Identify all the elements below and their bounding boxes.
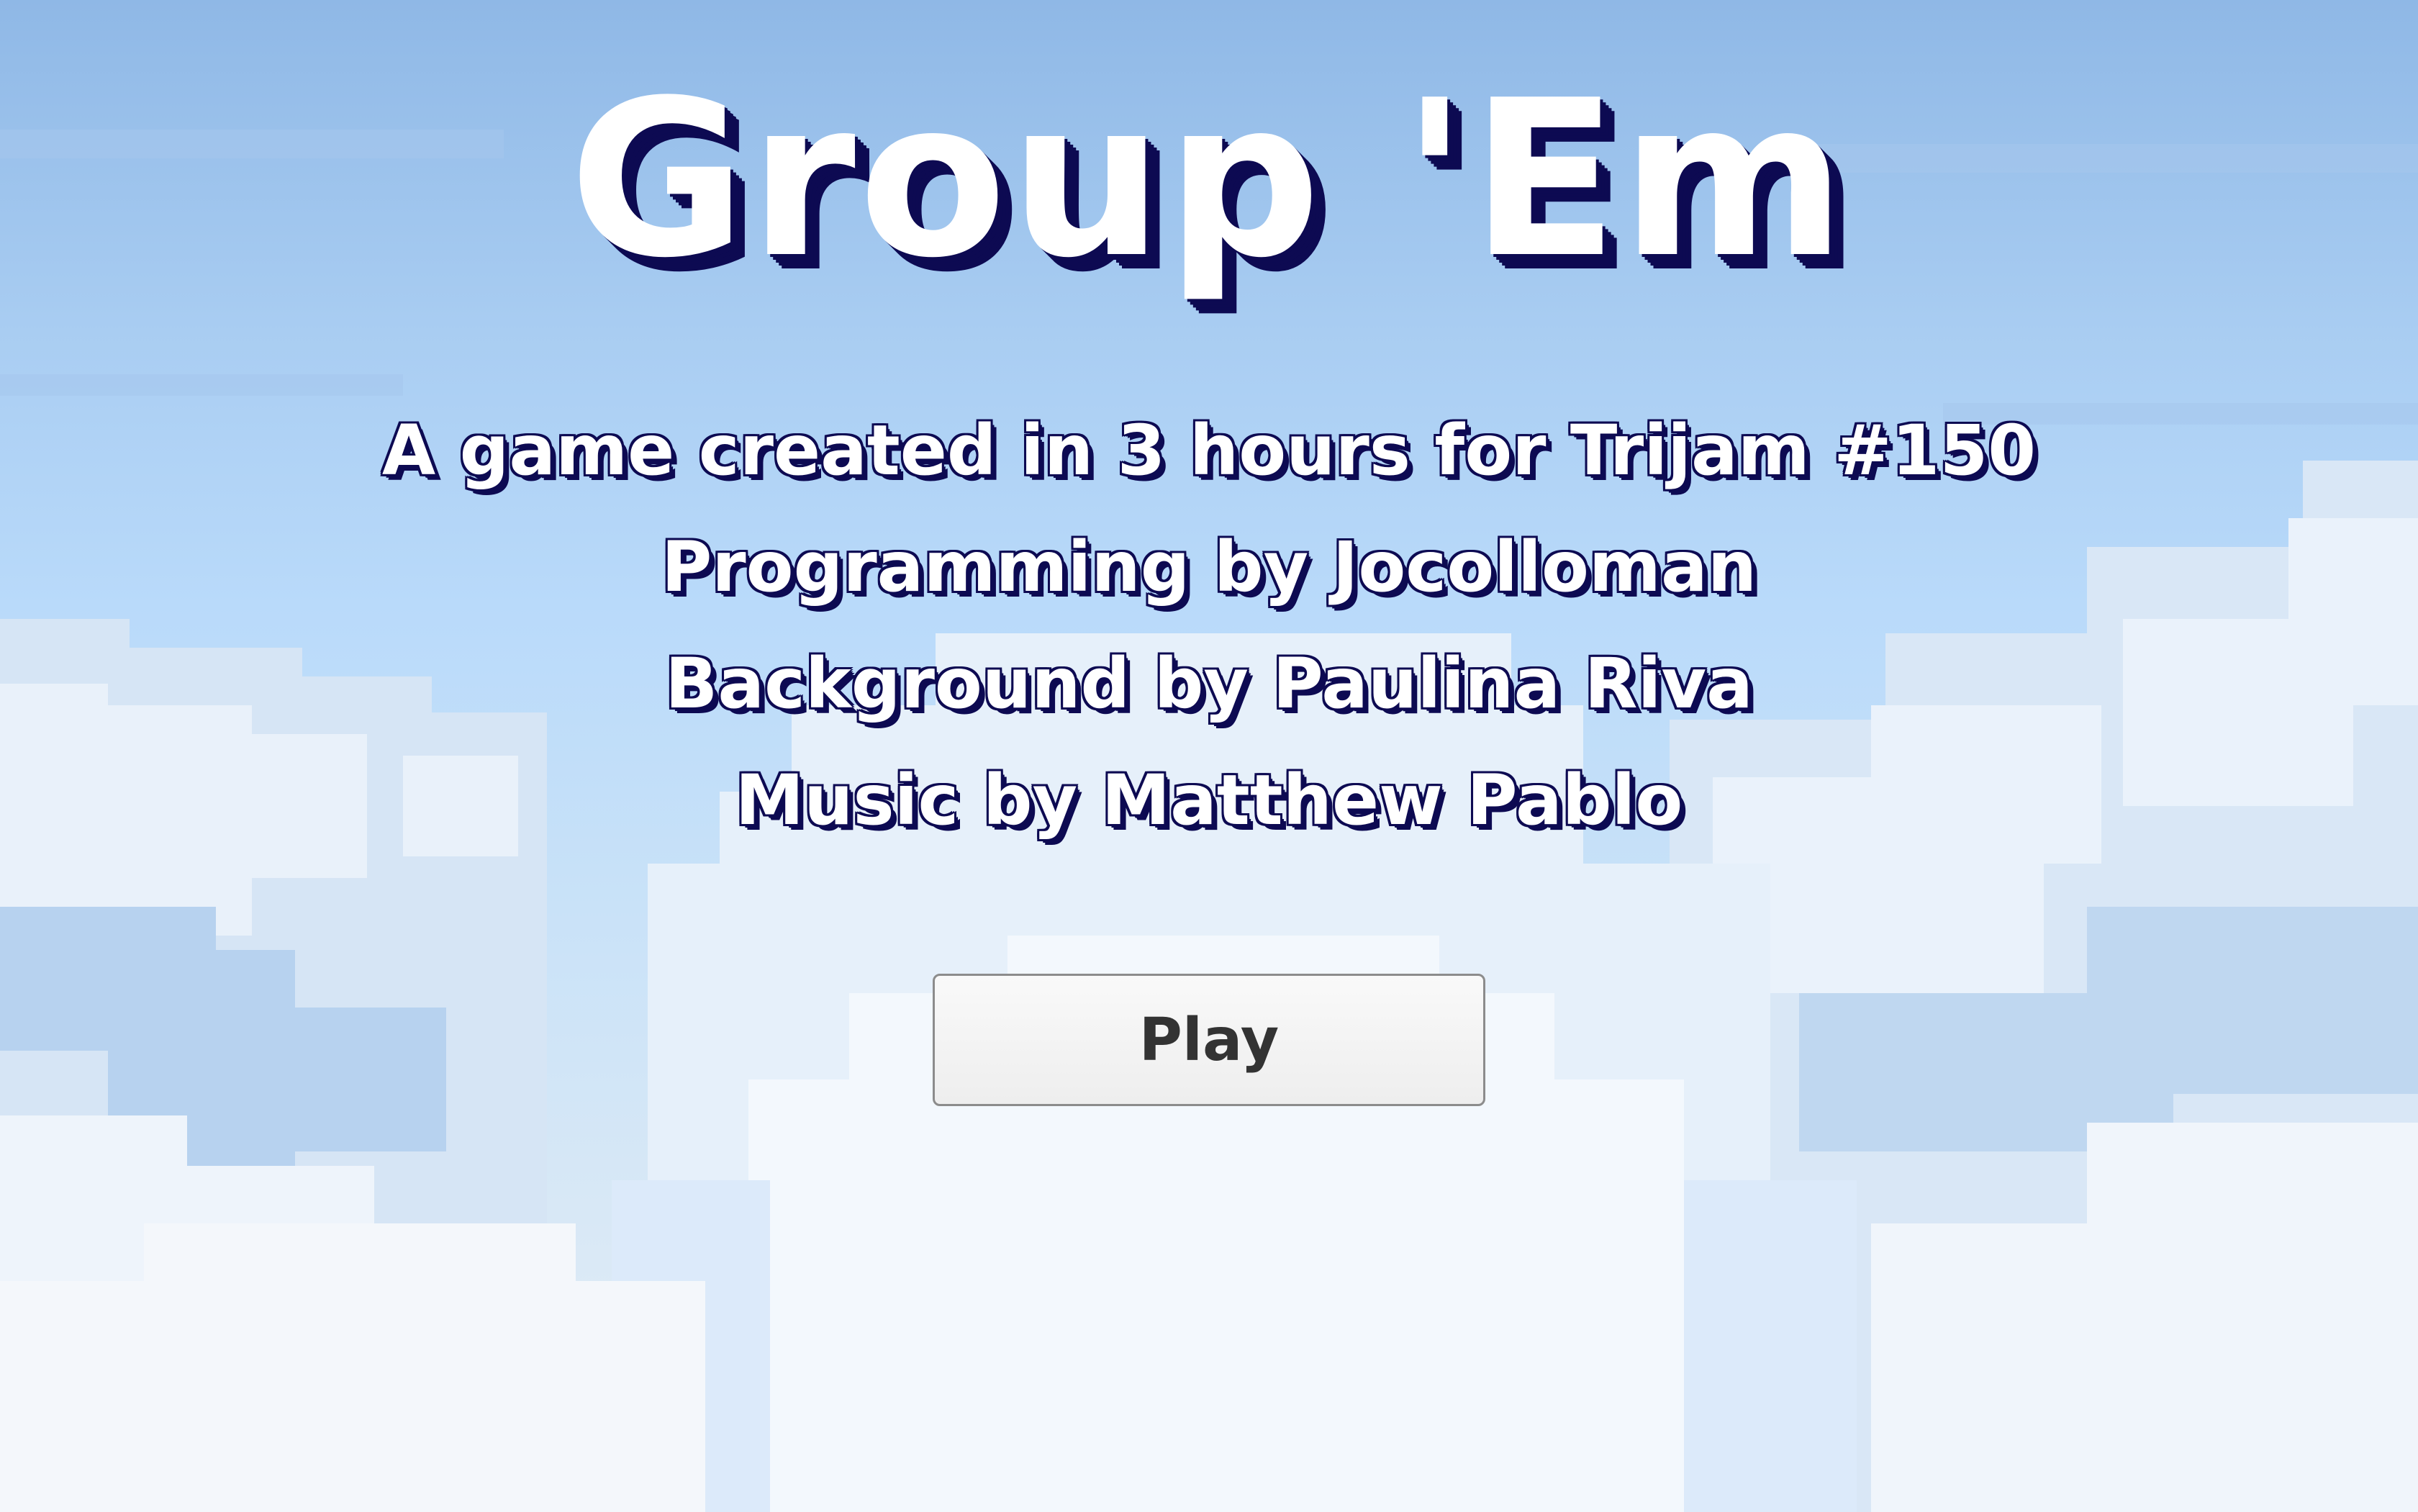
credit-line-background: Background by Paulina Riva <box>665 643 1753 724</box>
game-title: Group 'Em <box>569 54 1849 305</box>
credit-line-trijam: A game created in 3 hours for Trijam #15… <box>381 410 2037 491</box>
play-button[interactable]: Play <box>933 974 1485 1106</box>
play-button-label: Play <box>1138 1005 1280 1074</box>
credit-line-music: Music by Matthew Pablo <box>735 760 1683 841</box>
credit-line-programming: Programming by Jocolloman <box>661 527 1757 607</box>
credits-block: A game created in 3 hours for Trijam #15… <box>0 392 2418 859</box>
